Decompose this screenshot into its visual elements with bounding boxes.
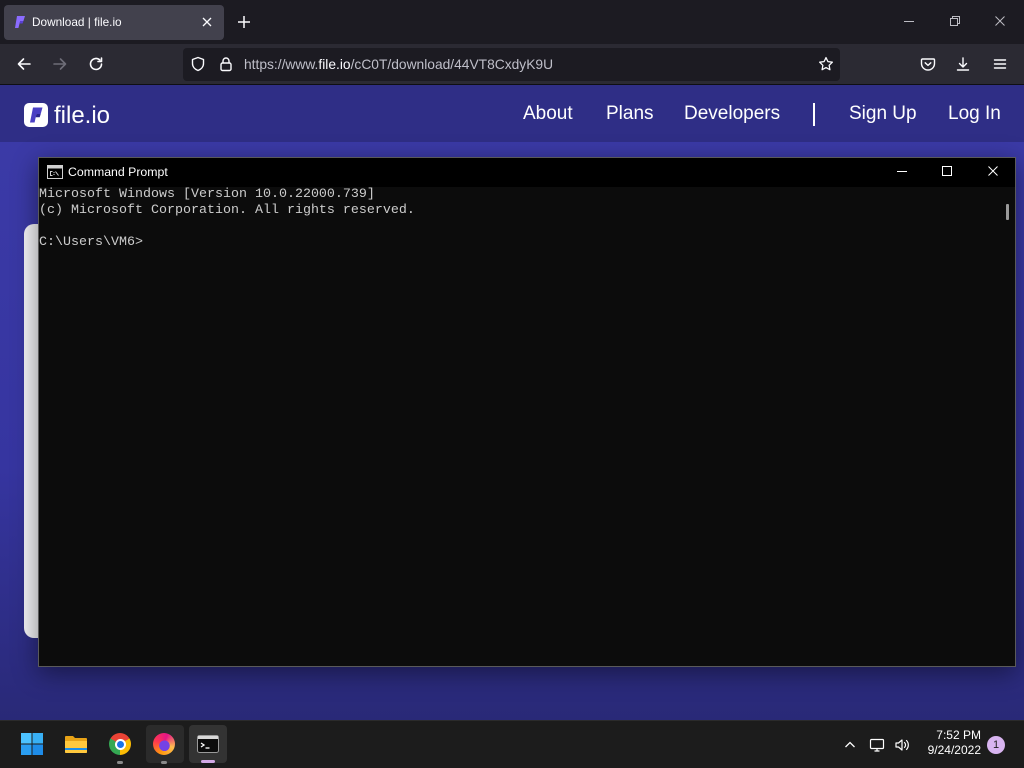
terminal-prompt[interactable]: C:\Users\VM6> <box>39 235 415 251</box>
tab-title: Download | file.io <box>32 15 122 29</box>
terminal-line: (c) Microsoft Corporation. All rights re… <box>39 203 415 218</box>
arrow-left-icon[interactable] <box>16 56 32 72</box>
url-bar[interactable]: https://www.file.io/cC0T/download/44VT8C… <box>183 48 840 81</box>
running-indicator <box>161 761 167 764</box>
browser-tab-strip: Download | file.io <box>0 0 1024 44</box>
url-domain: file.io <box>318 57 351 72</box>
pocket-icon[interactable] <box>920 56 936 72</box>
nav-link-plans[interactable]: Plans <box>606 103 654 125</box>
terminal-text: Microsoft Windows [Version 10.0.22000.73… <box>39 187 415 251</box>
taskbar: 7:52 PM 9/24/2022 1 <box>0 720 1024 768</box>
shield-icon[interactable] <box>190 56 206 72</box>
browser-toolbar: https://www.file.io/cC0T/download/44VT8C… <box>0 44 1024 85</box>
window-title: Command Prompt <box>68 165 168 179</box>
reload-icon[interactable] <box>88 56 104 72</box>
chrome-icon-core <box>116 740 124 748</box>
nav-link-sign-up[interactable]: Sign Up <box>849 103 917 125</box>
window-title-bar[interactable]: Command Prompt <box>39 158 1015 187</box>
maximize-icon[interactable] <box>942 166 952 176</box>
nav-link-about[interactable]: About <box>523 103 573 125</box>
window-minimize-icon[interactable] <box>903 15 915 27</box>
network-icon[interactable] <box>869 737 885 753</box>
running-indicator <box>117 761 123 764</box>
clock-time: 7:52 PM <box>936 728 981 742</box>
nav-link-log-in[interactable]: Log In <box>948 103 1001 125</box>
url-prefix: https://www. <box>244 57 319 72</box>
folder-icon[interactable] <box>64 732 88 756</box>
chevron-up-icon[interactable] <box>844 739 856 751</box>
url-text[interactable]: https://www.file.io/cC0T/download/44VT8C… <box>244 48 553 81</box>
terminal-line: Microsoft Windows [Version 10.0.22000.73… <box>39 187 375 202</box>
system-clock[interactable]: 7:52 PM 9/24/2022 <box>928 728 981 758</box>
download-icon[interactable] <box>955 56 971 72</box>
nav-divider <box>813 103 815 126</box>
notification-badge[interactable]: 1 <box>987 736 1005 754</box>
terminal-output[interactable]: Microsoft Windows [Version 10.0.22000.73… <box>39 187 1015 666</box>
windows-logo-icon[interactable] <box>20 732 44 756</box>
active-indicator <box>201 760 215 763</box>
nav-link-developers[interactable]: Developers <box>684 103 780 125</box>
hamburger-menu-icon[interactable] <box>992 56 1008 72</box>
browser-tab[interactable]: Download | file.io <box>4 5 224 40</box>
url-path: /cC0T/download/44VT8CxdyK9U <box>350 57 554 72</box>
file-io-logo-icon <box>15 16 25 28</box>
plus-icon[interactable] <box>237 15 251 29</box>
clock-date: 9/24/2022 <box>927 743 981 757</box>
volume-icon[interactable] <box>894 737 910 753</box>
window-restore-icon[interactable] <box>949 15 961 27</box>
scrollbar-thumb[interactable] <box>1006 204 1009 220</box>
window-close-icon[interactable] <box>994 15 1006 27</box>
firefox-icon[interactable] <box>153 733 175 755</box>
lock-icon[interactable] <box>218 56 234 72</box>
site-logo-text[interactable]: file.io <box>54 103 110 129</box>
command-prompt-window[interactable]: Command Prompt Microsoft Windows [Versio… <box>38 157 1016 667</box>
star-icon[interactable] <box>818 56 834 72</box>
close-icon[interactable] <box>201 16 213 28</box>
minimize-icon[interactable] <box>897 166 907 176</box>
chrome-icon[interactable] <box>109 733 131 755</box>
terminal-icon[interactable] <box>196 732 220 756</box>
arrow-right-icon[interactable] <box>52 56 68 72</box>
terminal-icon <box>47 165 63 179</box>
file-io-logo-icon[interactable] <box>24 103 48 127</box>
close-icon[interactable] <box>988 166 998 176</box>
